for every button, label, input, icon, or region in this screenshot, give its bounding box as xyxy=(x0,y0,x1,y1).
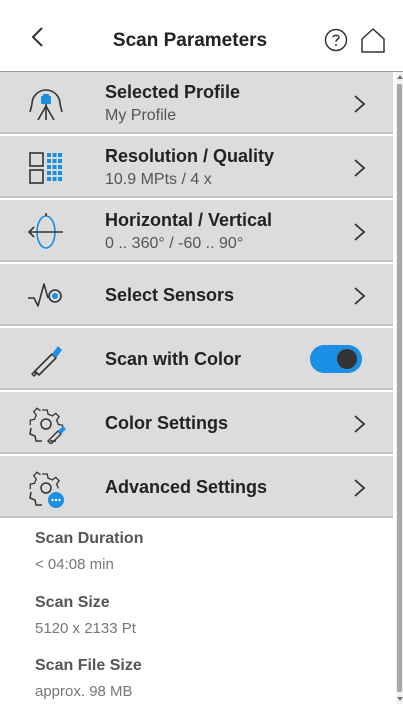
scan-duration: Scan Duration < 04:08 min xyxy=(35,530,143,573)
row-color-settings[interactable]: Color Settings xyxy=(0,392,393,454)
scan-color-toggle[interactable] xyxy=(310,345,362,373)
sensor-signal-icon xyxy=(28,283,62,307)
chevron-right-icon xyxy=(354,223,366,241)
row-select-sensors[interactable]: Select Sensors xyxy=(0,264,393,326)
app-header: Scan Parameters xyxy=(0,0,403,72)
info-label: Scan Duration xyxy=(35,530,144,547)
scanner-tripod-icon xyxy=(29,89,63,121)
row-horizontal-vertical[interactable]: Horizontal / Vertical 0 .. 360° / -60 ..… xyxy=(0,200,393,262)
page-title: Scan Parameters xyxy=(112,30,268,51)
parameters-list[interactable]: Selected Profile My Profile Resolution /… xyxy=(0,72,396,704)
row-title: Horizontal / Vertical xyxy=(105,210,273,230)
color-dropper-icon xyxy=(31,346,62,377)
gear-more-icon xyxy=(29,471,64,508)
resolution-grid-icon xyxy=(29,152,62,184)
chevron-right-icon xyxy=(354,159,366,177)
vertical-scrollbar[interactable] xyxy=(396,72,403,704)
row-title: Resolution / Quality xyxy=(105,146,275,166)
scan-size: Scan Size 5120 x 2133 Pt xyxy=(35,594,136,637)
scan-file-size: Scan File Size approx. 98 MB xyxy=(35,657,142,700)
info-value: 5120 x 2133 Pt xyxy=(35,620,136,637)
info-label: Scan File Size xyxy=(35,657,142,674)
info-value: < 04:08 min xyxy=(35,556,114,573)
gear-dropper-icon xyxy=(29,407,66,444)
row-selected-profile[interactable]: Selected Profile My Profile xyxy=(0,72,393,134)
chevron-right-icon xyxy=(354,287,366,305)
row-title: Color Settings xyxy=(105,413,229,433)
rotation-axis-icon xyxy=(27,213,63,249)
info-value: approx. 98 MB xyxy=(35,683,133,700)
row-title: Scan with Color xyxy=(105,349,242,369)
row-value: My Profile xyxy=(105,107,177,124)
chevron-right-icon xyxy=(354,479,366,497)
toggle-knob xyxy=(337,349,357,369)
row-scan-with-color: Scan with Color xyxy=(0,328,393,390)
row-title: Advanced Settings xyxy=(105,477,268,497)
row-title: Select Sensors xyxy=(105,285,235,305)
chevron-right-icon xyxy=(354,95,366,113)
row-title: Selected Profile xyxy=(105,82,241,102)
scroll-down-arrow-icon[interactable] xyxy=(397,697,403,701)
row-value: 10.9 MPts / 4 x xyxy=(105,171,212,188)
row-value: 0 .. 360° / -60 .. 90° xyxy=(105,235,244,252)
help-icon[interactable] xyxy=(324,28,348,52)
scrollbar-thumb[interactable] xyxy=(397,84,402,692)
chevron-right-icon xyxy=(354,415,366,433)
row-resolution-quality[interactable]: Resolution / Quality 10.9 MPts / 4 x xyxy=(0,136,393,198)
home-icon[interactable] xyxy=(360,27,386,53)
scroll-up-arrow-icon[interactable] xyxy=(397,75,403,79)
info-label: Scan Size xyxy=(35,594,110,611)
row-advanced-settings[interactable]: Advanced Settings xyxy=(0,456,393,518)
